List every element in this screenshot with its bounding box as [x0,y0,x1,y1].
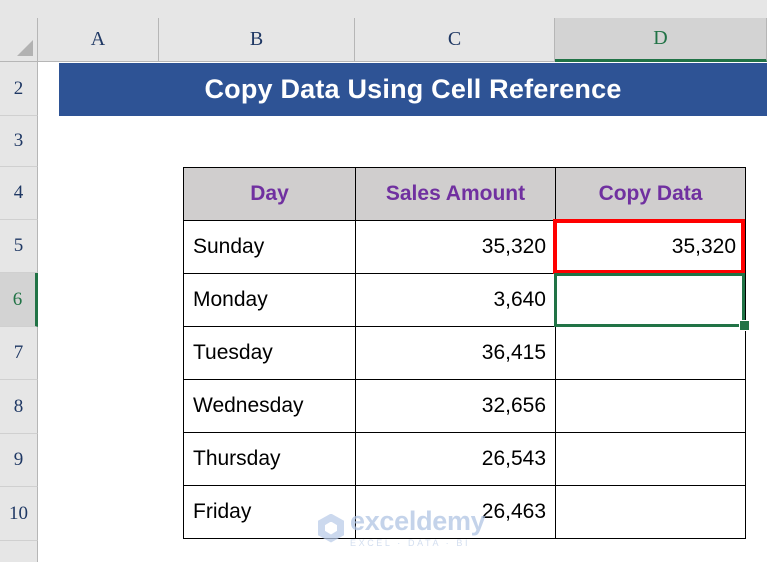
table-row: Sunday 35,320 35,320 [183,220,746,274]
top-filler-strip [0,0,767,18]
table-row: Friday 26,463 [183,485,746,539]
cell-day-friday[interactable]: Friday [183,485,356,539]
column-header-a[interactable]: A [38,18,159,62]
cell-day-monday[interactable]: Monday [183,273,356,327]
row-header-3[interactable]: 3 [0,116,38,167]
cell-copy-tuesday[interactable] [555,326,746,380]
row-header-6[interactable]: 6 [0,273,38,327]
row-header-9[interactable]: 9 [0,434,38,487]
cell-copy-thursday[interactable] [555,432,746,486]
cell-sales-friday[interactable]: 26,463 [355,485,556,539]
column-header-d[interactable]: D [555,18,767,62]
row-header-10[interactable]: 10 [0,487,38,541]
cell-day-tuesday[interactable]: Tuesday [183,326,356,380]
row-header-7[interactable]: 7 [0,327,38,380]
select-all-triangle-icon [17,40,33,56]
cell-sales-sunday[interactable]: 35,320 [355,220,556,274]
cell-copy-wednesday[interactable] [555,379,746,433]
spreadsheet-window: A B C D 2 3 4 5 6 7 8 9 10 Copy Data Usi… [0,0,767,562]
table-row: Wednesday 32,656 [183,379,746,433]
header-cell-copy-data[interactable]: Copy Data [555,167,746,221]
table-header-row: Day Sales Amount Copy Data [183,167,746,221]
select-all-button[interactable] [0,18,38,62]
cell-copy-sunday[interactable]: 35,320 [555,220,746,274]
row-header-4[interactable]: 4 [0,167,38,220]
data-table: Day Sales Amount Copy Data Sunday 35,320… [183,167,746,539]
table-row: Monday 3,640 [183,273,746,327]
cell-copy-friday[interactable] [555,485,746,539]
table-row: Thursday 26,543 [183,432,746,486]
row-header-8[interactable]: 8 [0,380,38,434]
cell-day-wednesday[interactable]: Wednesday [183,379,356,433]
column-header-b[interactable]: B [159,18,355,62]
cell-sales-wednesday[interactable]: 32,656 [355,379,556,433]
title-banner-text: Copy Data Using Cell Reference [204,74,622,104]
header-cell-sales-amount[interactable]: Sales Amount [355,167,556,221]
row-header-11[interactable] [0,541,38,562]
column-header-c[interactable]: C [355,18,555,62]
fill-handle[interactable] [739,320,750,331]
cell-copy-monday[interactable] [555,273,746,327]
cell-day-thursday[interactable]: Thursday [183,432,356,486]
header-cell-day[interactable]: Day [183,167,356,221]
row-header-5[interactable]: 5 [0,220,38,273]
cell-day-sunday[interactable]: Sunday [183,220,356,274]
cell-sales-monday[interactable]: 3,640 [355,273,556,327]
cell-sales-tuesday[interactable]: 36,415 [355,326,556,380]
row-header-2[interactable]: 2 [0,62,38,116]
table-row: Tuesday 36,415 [183,326,746,380]
cell-sales-thursday[interactable]: 26,543 [355,432,556,486]
title-banner[interactable]: Copy Data Using Cell Reference [59,63,767,116]
